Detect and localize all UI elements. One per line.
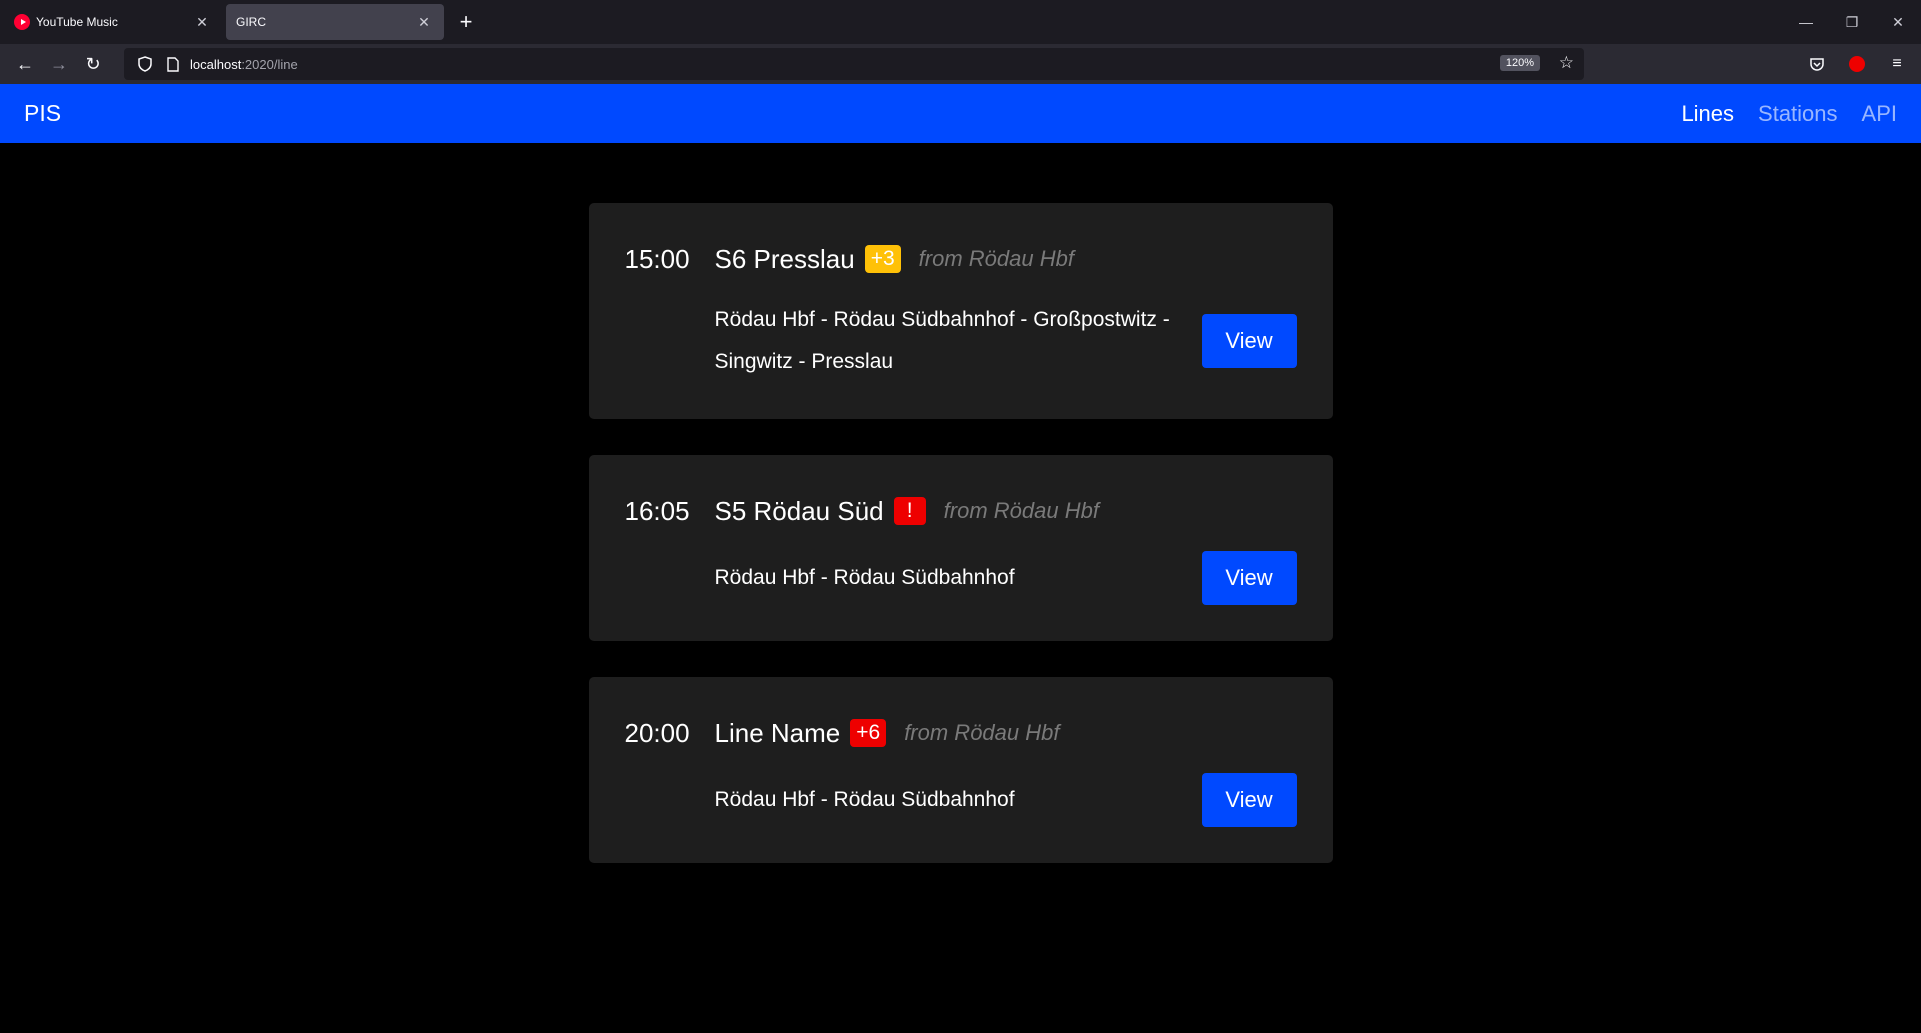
main-nav: Lines Stations API: [1681, 101, 1897, 127]
line-list: 15:00 S6 Presslau +3 from Rödau Hbf Röda…: [0, 143, 1921, 899]
forward-icon[interactable]: →: [42, 48, 76, 80]
tab-title: YouTube Music: [36, 15, 118, 29]
nav-lines[interactable]: Lines: [1681, 101, 1734, 127]
line-card: 16:05 S5 Rödau Süd ! from Rödau Hbf Röda…: [588, 455, 1333, 641]
minimize-icon[interactable]: —: [1783, 0, 1829, 44]
origin-text: from Rödau Hbf: [918, 246, 1074, 271]
origin-text: from Rödau Hbf: [943, 498, 1099, 523]
route-stations: Rödau Hbf - Rödau Südbahnhof: [714, 566, 1015, 589]
view-button[interactable]: View: [1201, 314, 1297, 368]
route-stations: Rödau Hbf - Rödau Südbahnhof: [714, 788, 1015, 811]
close-tab-icon[interactable]: ✕: [414, 14, 434, 31]
line-name: Line Name: [714, 717, 841, 748]
line-card: 15:00 S6 Presslau +3 from Rödau Hbf Röda…: [588, 203, 1333, 419]
page-icon[interactable]: [162, 54, 184, 74]
browser-navbar: ← → ↻ localhost:2020/line 120% ☆ ≡: [0, 44, 1921, 84]
pocket-icon[interactable]: [1801, 48, 1833, 80]
alert-badge: !: [893, 497, 926, 525]
url-path: :2020/line: [241, 56, 298, 72]
new-tab-button[interactable]: +: [448, 4, 484, 40]
line-name: S6 Presslau: [714, 243, 855, 274]
app-header: PIS Lines Stations API: [0, 84, 1921, 143]
tab-title: GIRC: [236, 15, 266, 29]
browser-tab-active[interactable]: GIRC ✕: [226, 4, 444, 40]
departure-time: 16:05: [624, 495, 690, 526]
bookmark-star-icon[interactable]: ☆: [1559, 53, 1574, 73]
origin-text: from Rödau Hbf: [904, 720, 1060, 745]
youtube-music-icon: [14, 14, 30, 30]
departure-time: 20:00: [624, 717, 690, 748]
window-controls: — ❐ ✕: [1783, 0, 1921, 44]
restore-icon[interactable]: ❐: [1829, 0, 1875, 44]
url-host: localhost: [190, 56, 242, 72]
route-stations: Rödau Hbf - Rödau Südbahnhof - Großpostw…: [714, 308, 1170, 373]
delay-badge: +6: [850, 719, 887, 747]
url-bar[interactable]: localhost:2020/line 120% ☆: [124, 48, 1584, 80]
departure-time: 15:00: [624, 243, 690, 274]
menu-icon[interactable]: ≡: [1881, 48, 1913, 80]
view-button[interactable]: View: [1201, 551, 1297, 605]
extension-icon[interactable]: [1841, 48, 1873, 80]
close-tab-icon[interactable]: ✕: [192, 14, 212, 31]
view-button[interactable]: View: [1201, 773, 1297, 827]
back-icon[interactable]: ←: [8, 48, 42, 80]
browser-tabbar: YouTube Music ✕ GIRC ✕ + — ❐ ✕: [0, 0, 1921, 44]
nav-api[interactable]: API: [1862, 101, 1897, 127]
delay-badge: +3: [864, 245, 901, 273]
nav-stations[interactable]: Stations: [1758, 101, 1838, 127]
line-name: S5 Rödau Süd: [714, 495, 884, 526]
brand-logo[interactable]: PIS: [24, 100, 61, 127]
reload-icon[interactable]: ↻: [76, 48, 110, 80]
line-card: 20:00 Line Name +6 from Rödau Hbf Rödau …: [588, 677, 1333, 863]
shield-icon[interactable]: [134, 54, 156, 74]
browser-tab[interactable]: YouTube Music ✕: [4, 4, 222, 40]
close-window-icon[interactable]: ✕: [1875, 0, 1921, 44]
zoom-indicator[interactable]: 120%: [1499, 55, 1540, 71]
